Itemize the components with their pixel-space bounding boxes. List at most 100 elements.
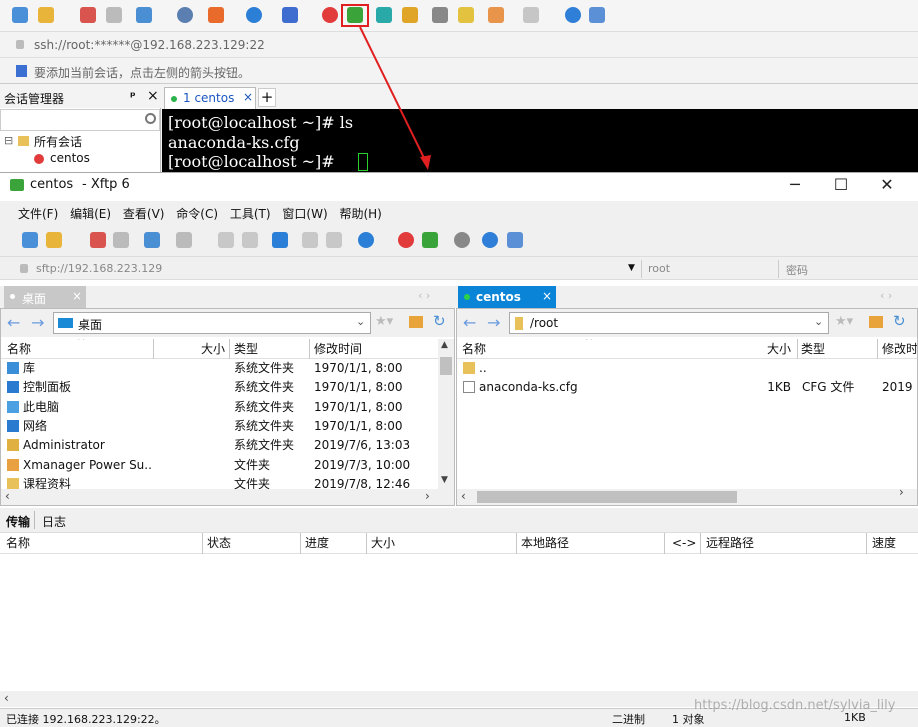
copy-icon[interactable] — [218, 232, 234, 248]
tcol-speed[interactable]: 速度 — [872, 533, 896, 553]
col-size[interactable]: 大小 — [201, 339, 225, 359]
paste-icon[interactable] — [242, 232, 258, 248]
left-row[interactable]: 课程资料 文件夹 2019/7/8, 12:46 — [1, 475, 438, 489]
sftp-address-row: sftp://192.168.223.129 ▼ root 密码 — [0, 256, 918, 280]
menu-command[interactable]: 命令(C) — [176, 207, 218, 221]
menu-edit[interactable]: 编辑(E) — [70, 207, 111, 221]
left-cell-name: 课程资料 — [23, 476, 72, 489]
menu-help[interactable]: 帮助(H) — [339, 207, 381, 221]
menu-file[interactable]: 文件(F) — [18, 207, 58, 221]
refresh-icon[interactable]: ↻ — [893, 312, 906, 330]
right-row[interactable]: .. — [457, 359, 917, 378]
forward-arrow-icon[interactable]: → — [487, 313, 500, 332]
menu-window[interactable]: 窗口(W) — [282, 207, 327, 221]
tab-log[interactable]: 日志 — [42, 513, 66, 530]
local-hscroll[interactable]: ‹ › — [1, 489, 454, 505]
forward-arrow-icon[interactable]: → — [31, 313, 44, 332]
reconnect-icon[interactable] — [113, 232, 129, 248]
home-icon[interactable] — [409, 316, 423, 328]
remote-hscroll[interactable]: ‹ › — [457, 485, 917, 505]
left-row[interactable]: Administrator 系统文件夹 2019/7/6, 13:03 — [1, 436, 438, 455]
folder-icon — [7, 477, 19, 489]
status-connection: 已连接 192.168.223.129:22。 — [6, 713, 166, 726]
tcol-name[interactable]: 名称 — [6, 533, 30, 553]
left-row[interactable]: 库 系统文件夹 1970/1/1, 8:00 — [1, 359, 438, 378]
tab-scroll-arrows-right[interactable]: ‹ › — [880, 289, 892, 302]
refresh-icon[interactable]: ↻ — [433, 312, 446, 330]
view-icon[interactable] — [176, 232, 192, 248]
tab-desktop-close[interactable]: × — [72, 289, 82, 303]
tab-desktop[interactable]: 桌面 × — [4, 286, 86, 308]
rename-icon[interactable] — [326, 232, 342, 248]
address-dropdown-icon[interactable]: ▼ — [628, 263, 635, 273]
col-name[interactable]: 名称 — [462, 339, 486, 359]
right-row[interactable]: anaconda-ks.cfg 1KB CFG 文件 2019 — [457, 378, 917, 397]
left-row[interactable]: 此电脑 系统文件夹 1970/1/1, 8:00 — [1, 398, 438, 417]
tab-transfer[interactable]: 传输 — [6, 513, 30, 530]
tcol-size[interactable]: 大小 — [371, 533, 395, 553]
tcol-local[interactable]: 本地路径 — [521, 533, 569, 553]
xftp-title-app: centos — [30, 177, 74, 192]
left-row[interactable]: 控制面板 系统文件夹 1970/1/1, 8:00 — [1, 378, 438, 397]
tab-centos-close[interactable]: × — [542, 289, 552, 303]
chevron-down-icon[interactable]: ⌄ — [814, 315, 823, 328]
new-session-icon[interactable] — [22, 232, 38, 248]
user-folder-icon — [7, 439, 19, 452]
col-size[interactable]: 大小 — [767, 339, 791, 359]
globe-icon[interactable] — [358, 232, 374, 248]
password-field[interactable]: 密码 — [786, 262, 808, 278]
tcol-direction[interactable]: <-> — [672, 533, 696, 553]
col-date[interactable]: 修改时间 — [314, 339, 362, 359]
left-row[interactable]: 网络 系统文件夹 1970/1/1, 8:00 — [1, 417, 438, 436]
back-arrow-icon[interactable]: ← — [7, 313, 20, 332]
menu-view[interactable]: 查看(V) — [123, 207, 165, 221]
tab-centos-remote[interactable]: centos × — [458, 286, 556, 308]
close-button[interactable]: ✕ — [864, 173, 910, 197]
left-cell-name: 库 — [23, 361, 36, 375]
open-folder-icon[interactable] — [46, 232, 62, 248]
left-cell-date: 2019/7/8, 12:46 — [314, 476, 411, 489]
left-cell-name: 网络 — [23, 418, 48, 433]
left-cell-type: 系统文件夹 — [234, 438, 295, 453]
sync-icon[interactable] — [272, 232, 288, 248]
help-icon[interactable] — [482, 232, 498, 248]
menu-tools[interactable]: 工具(T) — [230, 207, 271, 221]
remote-path-input[interactable]: /root ⌄ — [509, 312, 829, 334]
sftp-url[interactable]: sftp://192.168.223.129 — [36, 262, 162, 275]
folder-icon — [515, 317, 523, 330]
left-row[interactable]: Xmanager Power Su... 文件夹 2019/7/3, 10:00 — [1, 456, 438, 475]
col-type[interactable]: 类型 — [234, 339, 258, 359]
favorite-star-icon[interactable]: ★▾ — [375, 314, 393, 329]
properties-icon[interactable] — [144, 232, 160, 248]
xftp-icon[interactable] — [422, 232, 438, 248]
local-vscroll[interactable]: ▲ ▼ — [438, 339, 454, 489]
disconnect-icon[interactable] — [90, 232, 106, 248]
home-icon[interactable] — [869, 316, 883, 328]
chat-icon[interactable] — [507, 232, 523, 248]
tcol-progress[interactable]: 进度 — [305, 533, 329, 553]
minimize-button[interactable]: ─ — [772, 173, 818, 197]
chevron-down-icon[interactable]: ⌄ — [356, 315, 365, 328]
col-date[interactable]: 修改时 — [882, 339, 917, 359]
tcol-status[interactable]: 状态 — [207, 533, 231, 553]
left-cell-type: 系统文件夹 — [234, 399, 295, 414]
left-cell-name: Administrator — [23, 438, 105, 453]
gear-icon[interactable] — [454, 232, 470, 248]
transfer-header: 名称 状态 进度 大小 本地路径 <-> 远程路径 速度 — [0, 533, 918, 554]
col-name[interactable]: 名称 — [7, 339, 31, 359]
maximize-button[interactable]: ☐ — [818, 173, 864, 197]
xshell-red-icon[interactable] — [398, 232, 414, 248]
computer-icon — [7, 400, 19, 413]
favorite-star-icon[interactable]: ★▾ — [835, 314, 853, 329]
right-cell-name: anaconda-ks.cfg — [479, 380, 578, 395]
back-arrow-icon[interactable]: ← — [463, 313, 476, 332]
left-cell-type: 系统文件夹 — [234, 380, 295, 395]
username-field[interactable]: root — [648, 262, 670, 275]
local-path-input[interactable]: 桌面 ⌄ — [53, 312, 371, 334]
delete-icon[interactable] — [302, 232, 318, 248]
tab-scroll-arrows[interactable]: ‹ › — [418, 289, 430, 302]
tcol-remote[interactable]: 远程路径 — [706, 533, 754, 553]
left-cell-date: 1970/1/1, 8:00 — [314, 361, 403, 375]
right-cell-name: .. — [479, 361, 487, 375]
col-type[interactable]: 类型 — [801, 339, 825, 359]
